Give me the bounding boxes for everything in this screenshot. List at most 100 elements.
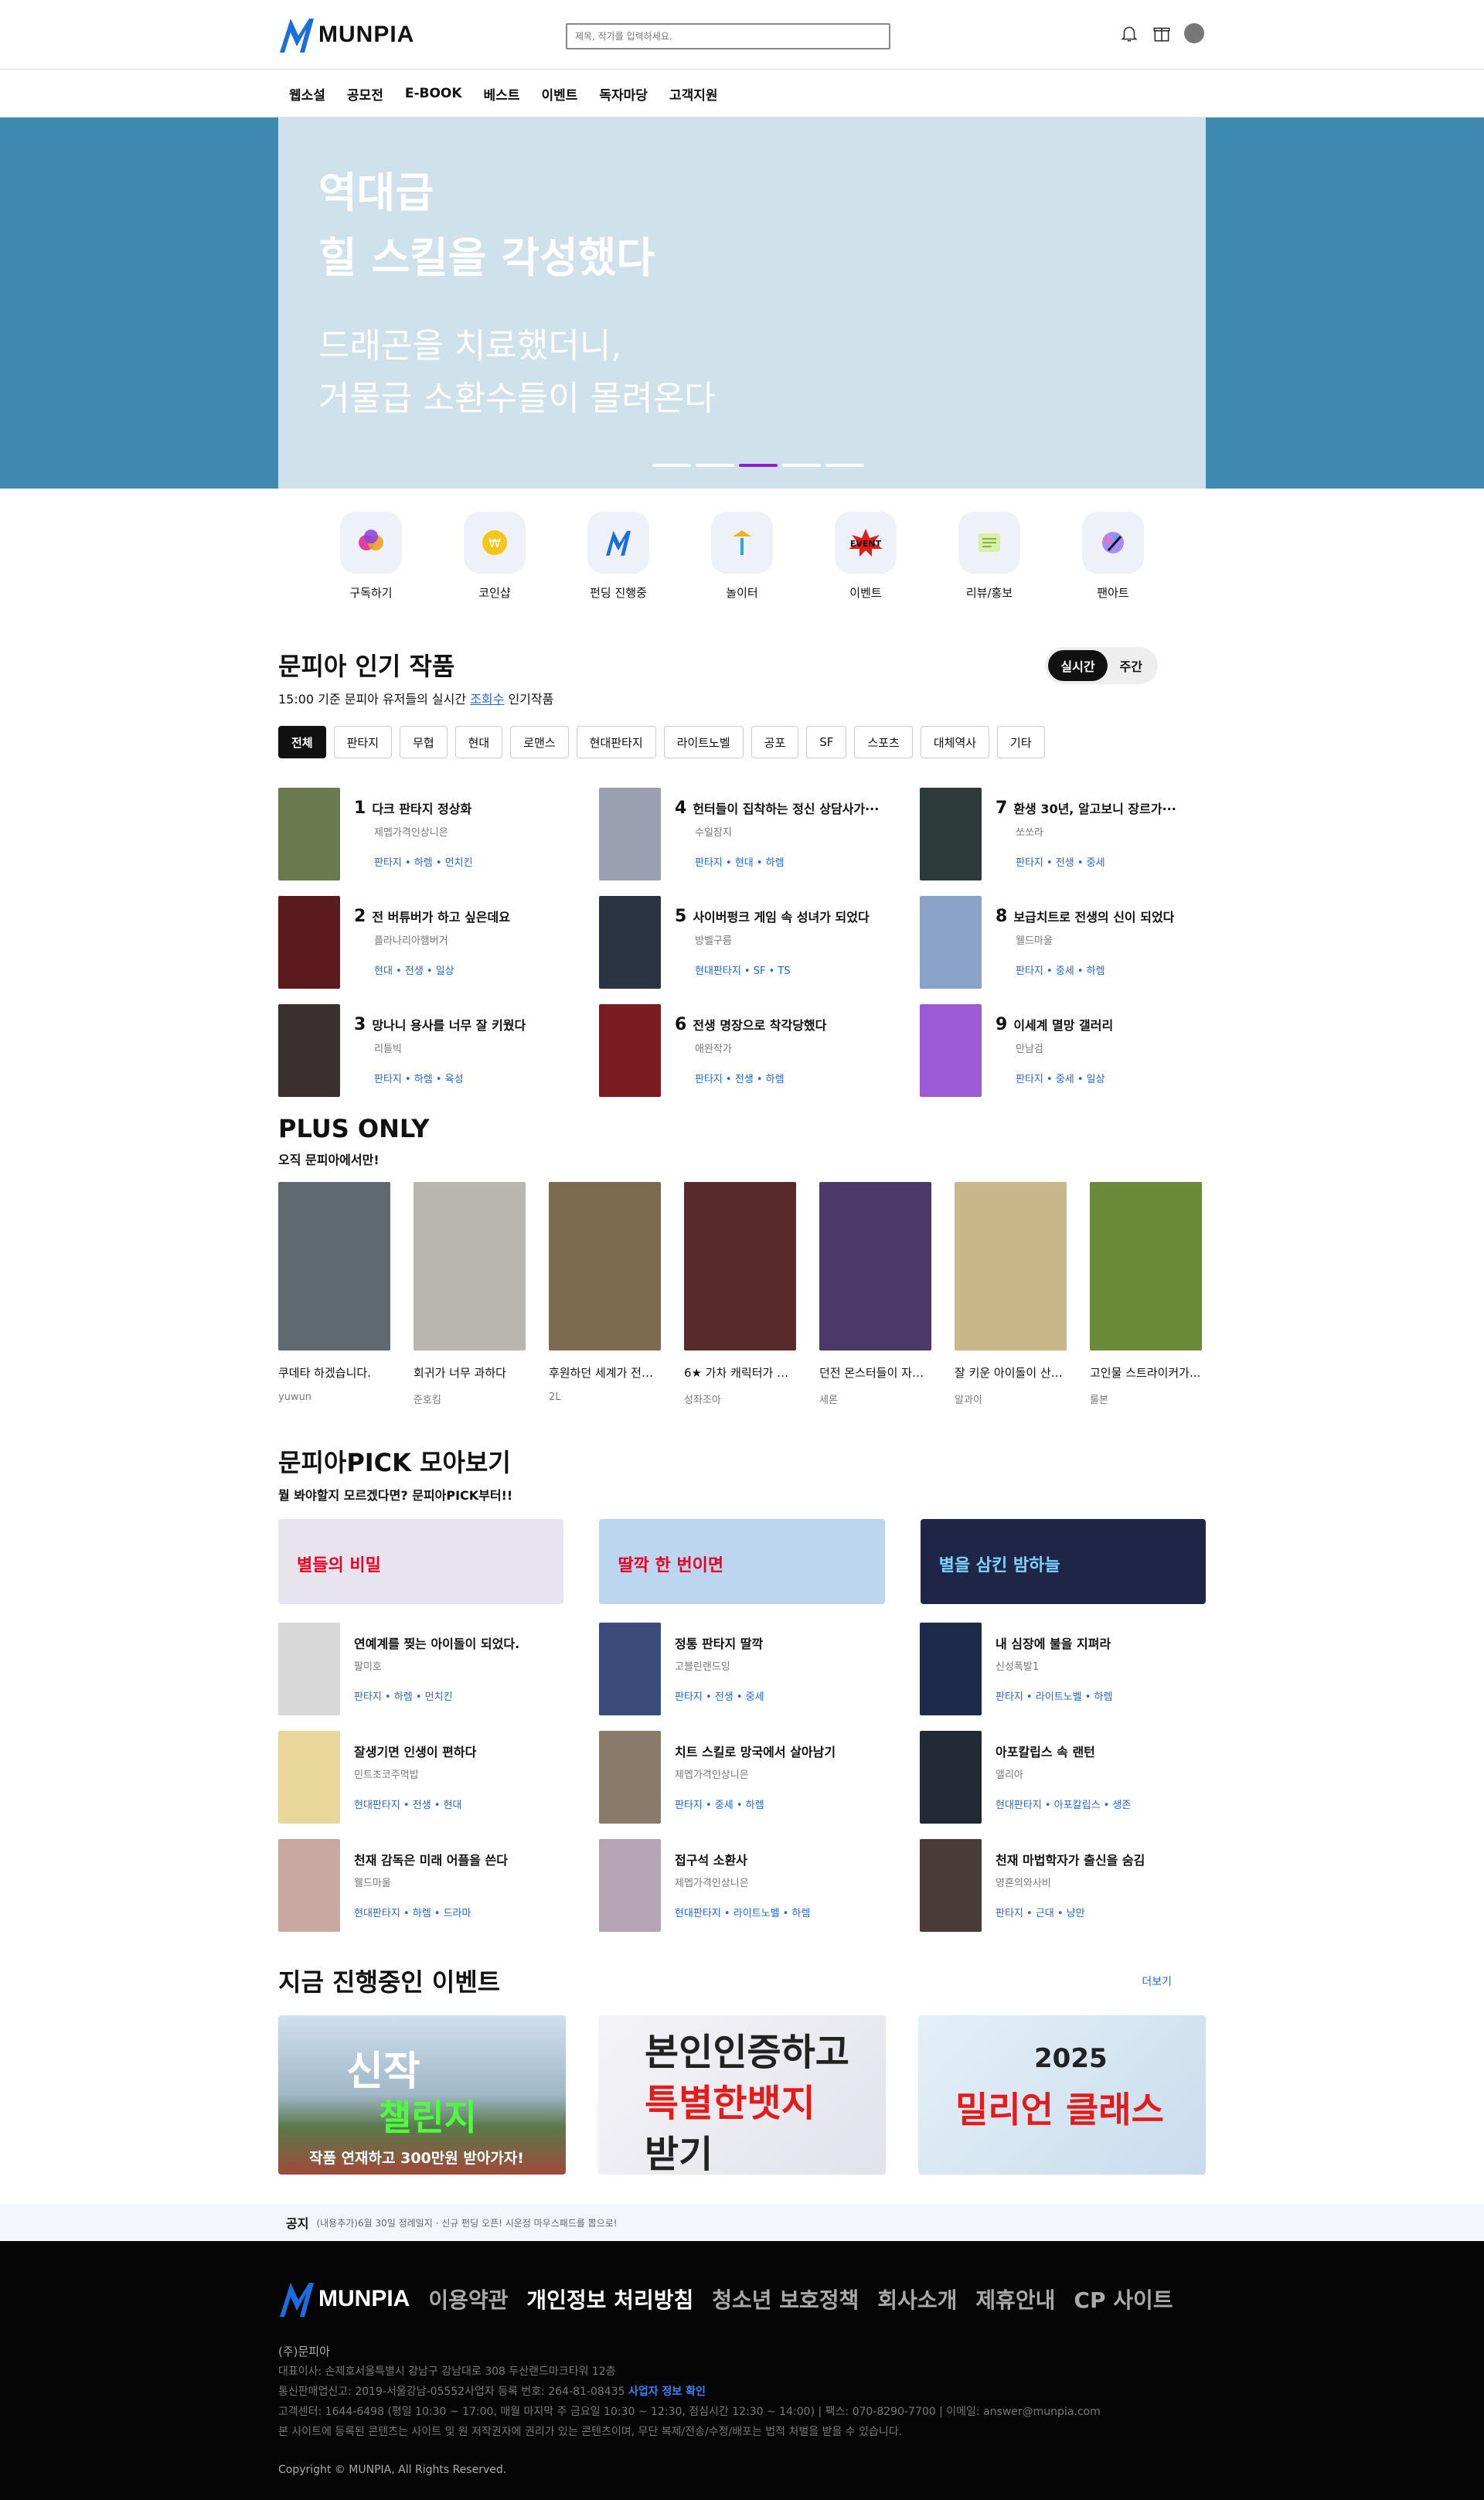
book-title[interactable]: 잘 키운 아이돌이 산책...	[955, 1364, 1067, 1381]
ranking-item[interactable]: 3 망나니 용사를 너무 잘 키웠다 리틀빅 판타지 • 하렘 • 육성	[278, 1004, 599, 1097]
book-title[interactable]: 연예계를 찢는 아이돌이 되었다.	[354, 1633, 519, 1652]
footer-partner-link[interactable]: 제휴안내	[975, 2284, 1055, 2314]
chip-all[interactable]: 전체	[278, 726, 326, 758]
pick-banner[interactable]: 딸깍 한 번이면	[599, 1519, 885, 1604]
pick-item[interactable]: 천재 감독은 미래 어플을 쓴다 웰드마울 현대판타지 • 하렘 • 드라마	[278, 1839, 599, 1932]
book-cover[interactable]	[920, 1839, 982, 1932]
book-title[interactable]: 잘생기면 인생이 편하다	[354, 1742, 476, 1760]
carousel-dot-active[interactable]	[739, 464, 778, 467]
pick-item[interactable]: 천재 마법학자가 출신을 숨김 영혼의와사비 판타지 • 근대 • 냥만	[920, 1839, 1241, 1932]
pick-item[interactable]: 아포칼립스 속 랜턴 앨리아 현대판타지 • 아포칼립스 • 생존	[920, 1731, 1241, 1824]
nav-reader[interactable]: 독자마당	[588, 84, 659, 104]
carousel-dot[interactable]	[652, 464, 691, 467]
ranking-item[interactable]: 4 헌터들이 집착하는 정신 상담사가··· 수일잠지 판타지 • 현대 • 하렘	[599, 788, 920, 880]
notice-text[interactable]: (내용추가)6월 30일 정례일지 · 신규 펀딩 오픈! 시운정 마우스패드를…	[316, 2216, 617, 2229]
quick-coinshop[interactable]: ₩ 코인샵	[464, 512, 526, 601]
book-cover[interactable]	[278, 896, 340, 989]
footer-logo[interactable]: MUNPIA	[278, 2280, 410, 2318]
chip-martial[interactable]: 무협	[400, 726, 448, 758]
pick-banner[interactable]: 별들의 비밀	[278, 1519, 564, 1604]
pick-item[interactable]: 접구석 소환사 제멥가격인상니은 현대판타지 • 라이트노벨 • 하렘	[599, 1839, 920, 1932]
footer-cp-link[interactable]: CP 사이트	[1074, 2284, 1173, 2314]
book-cover[interactable]	[599, 1004, 661, 1097]
quick-review[interactable]: 리뷰/홍보	[958, 512, 1020, 601]
book-title[interactable]: 쿠데타 하겠습니다.	[278, 1364, 390, 1381]
toggle-weekly[interactable]: 주간	[1108, 650, 1155, 681]
business-info-link[interactable]: 사업자 정보 확인	[628, 2386, 706, 2398]
nav-ebook[interactable]: E-BOOK	[394, 86, 473, 101]
nav-contest[interactable]: 공모전	[336, 84, 394, 104]
pick-item[interactable]: 정통 판타지 딸깍 고블린랜드잉 판타지 • 전생 • 중세	[599, 1623, 920, 1715]
book-title[interactable]: 아포칼립스 속 랜턴	[996, 1742, 1131, 1760]
chip-fantasy[interactable]: 판타지	[333, 726, 393, 758]
plus-book[interactable]: 회귀가 너무 과하다 준호킴	[414, 1182, 526, 1406]
chip-horror[interactable]: 공포	[751, 726, 799, 758]
footer-youth-link[interactable]: 청소년 보호정책	[712, 2284, 859, 2314]
pick-banner[interactable]: 별을 삼킨 밤하늘	[920, 1519, 1206, 1604]
hero-banner[interactable]: 역대급 힐 스킬을 각성했다 드래곤을 치료했더니, 거물급 소환수들이 몰려온…	[0, 118, 1484, 489]
toggle-realtime[interactable]: 실시간	[1048, 650, 1108, 681]
book-title[interactable]: 천재 감독은 미래 어플을 쓴다	[354, 1850, 508, 1868]
search-input[interactable]	[566, 23, 890, 49]
nav-best[interactable]: 베스트	[473, 84, 531, 104]
gift-icon[interactable]	[1150, 22, 1173, 45]
views-link[interactable]: 조회수	[470, 692, 504, 707]
chip-sports[interactable]: 스포츠	[854, 726, 913, 758]
ranking-item[interactable]: 1 다크 판타지 정상화 제멥가격인상니은 판타지 • 하렘 • 먼치킨	[278, 788, 599, 880]
quick-funding[interactable]: 펀딩 진행중	[587, 512, 649, 601]
book-cover[interactable]	[549, 1182, 661, 1350]
book-cover[interactable]	[684, 1182, 796, 1350]
notice-bar[interactable]: 공지 (내용추가)6월 30일 정례일지 · 신규 펀딩 오픈! 시운정 마우스…	[0, 2204, 1484, 2241]
book-cover[interactable]	[920, 1731, 982, 1824]
book-title[interactable]: 6★ 가차 캐릭터가 되었다	[684, 1364, 796, 1381]
footer-privacy-link[interactable]: 개인정보 처리방침	[526, 2284, 693, 2314]
nav-webnovel[interactable]: 웹소설	[278, 84, 336, 104]
book-title[interactable]: 후원하던 세계가 전쟁...	[549, 1364, 661, 1381]
quick-playground[interactable]: 놀이터	[711, 512, 773, 601]
book-cover[interactable]	[920, 1623, 982, 1715]
book-cover[interactable]	[920, 1004, 982, 1097]
quick-event[interactable]: EVENT 이벤트	[835, 512, 897, 601]
book-cover[interactable]	[599, 788, 661, 880]
book-cover[interactable]	[278, 1839, 340, 1932]
book-title[interactable]: 내 심장에 불을 지펴라	[996, 1633, 1112, 1652]
carousel-dot[interactable]	[825, 464, 864, 467]
book-title[interactable]: 사이버펑크 게임 속 성녀가 되었다	[693, 907, 869, 925]
avatar[interactable]	[1183, 22, 1206, 45]
event-card-new-challenge[interactable]: 신작 챌린지 작품 연재하고 300만원 받아가자!	[278, 2015, 566, 2175]
book-title[interactable]: 다크 판타지 정상화	[372, 799, 471, 817]
chip-etc[interactable]: 기타	[997, 726, 1045, 758]
book-title[interactable]: 접구석 소환사	[675, 1850, 810, 1868]
ranking-item[interactable]: 8 보급치트로 전생의 신이 되었다 웰드마울 판타지 • 중세 • 하렘	[920, 896, 1241, 989]
quick-subscribe[interactable]: 구독하기	[340, 512, 402, 601]
book-title[interactable]: 전생 명장으로 착각당했다	[693, 1015, 826, 1034]
book-cover[interactable]	[955, 1182, 1067, 1350]
book-title[interactable]: 천재 마법학자가 출신을 숨김	[996, 1850, 1145, 1868]
plus-book[interactable]: 고인물 스트라이커가... 룰본	[1090, 1182, 1202, 1406]
plus-book[interactable]: 던전 몬스터들이 자꾸... 세론	[819, 1182, 931, 1406]
book-cover[interactable]	[599, 1839, 661, 1932]
book-title[interactable]: 치트 스킬로 망국에서 살아남기	[675, 1742, 836, 1760]
ranking-item[interactable]: 9 이세계 멸망 갤러리 만남검 판타지 • 중세 • 일상	[920, 1004, 1241, 1097]
ranking-item[interactable]: 7 환생 30년, 알고보니 장르가··· 쏘쏘라 판타지 • 전생 • 중세	[920, 788, 1241, 880]
book-title[interactable]: 보급치트로 전생의 신이 되었다	[1013, 907, 1174, 925]
bell-icon[interactable]	[1118, 22, 1141, 45]
book-title[interactable]: 망나니 용사를 너무 잘 키웠다	[372, 1015, 526, 1034]
book-cover[interactable]	[278, 1731, 340, 1824]
book-title[interactable]: 이세계 멸망 갤러리	[1013, 1015, 1113, 1034]
chip-alt-history[interactable]: 대체역사	[920, 726, 990, 758]
book-cover[interactable]	[920, 788, 982, 880]
book-title[interactable]: 던전 몬스터들이 자꾸...	[819, 1364, 931, 1381]
ranking-item[interactable]: 2 전 버튜버가 하고 싶은데요 플라나리아햄버거 현대 • 전생 • 일상	[278, 896, 599, 989]
book-cover[interactable]	[920, 896, 982, 989]
chip-modern-fantasy[interactable]: 현대판타지	[576, 726, 656, 758]
book-cover[interactable]	[1090, 1182, 1202, 1350]
ranking-item[interactable]: 5 사이버펑크 게임 속 성녀가 되었다 방벨구름 현대판타지 • SF • TS	[599, 896, 920, 989]
plus-book[interactable]: 쿠데타 하겠습니다. yuwun	[278, 1182, 390, 1406]
plus-book[interactable]: 잘 키운 아이돌이 산책... 알과이	[955, 1182, 1067, 1406]
book-cover[interactable]	[278, 788, 340, 880]
book-cover[interactable]	[278, 1623, 340, 1715]
pick-item[interactable]: 연예계를 찢는 아이돌이 되었다. 팔미호 판타지 • 하렘 • 먼치킨	[278, 1623, 599, 1715]
ranking-item[interactable]: 6 전생 명장으로 착각당했다 애완작가 판타지 • 전생 • 하렘	[599, 1004, 920, 1097]
book-cover[interactable]	[278, 1182, 390, 1350]
